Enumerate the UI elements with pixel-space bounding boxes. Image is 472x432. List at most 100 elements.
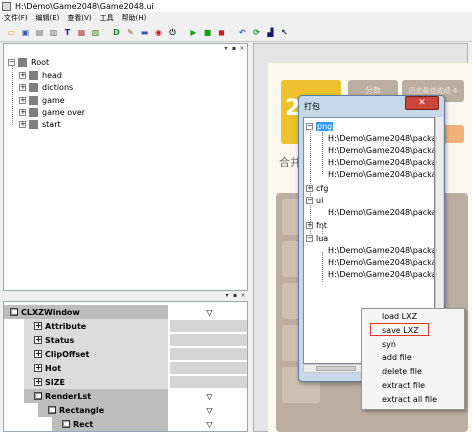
settings-icon[interactable]: ▟	[265, 27, 276, 39]
expand-icon[interactable]: +	[34, 350, 42, 358]
pack-folder-lua[interactable]: − lua	[306, 232, 328, 244]
pack-file[interactable]: H:\Demo\Game2048\package	[328, 244, 434, 256]
property-value[interactable]	[170, 320, 247, 332]
save-icon[interactable]: ▣	[20, 27, 31, 39]
expand-icon[interactable]: +	[19, 71, 26, 79]
panel-close-icon[interactable]: ×	[239, 46, 245, 52]
print-icon[interactable]: ▬	[139, 27, 150, 39]
tree-item-game[interactable]: + game	[19, 94, 65, 106]
package-icon[interactable]: D	[111, 27, 122, 39]
tree-item-dictions[interactable]: + dictions	[19, 81, 73, 93]
property-row-rect[interactable]: □ Rect ▽	[4, 417, 247, 431]
pack-file[interactable]: H:\Demo\Game2048\package	[328, 256, 434, 268]
undo-icon[interactable]: ↶	[237, 27, 248, 39]
property-row-clxzwindow[interactable]: □ CLXZWindow ▽	[4, 305, 247, 319]
pack-file[interactable]: H:\Demo\Game2048\package	[328, 268, 434, 280]
collapse-icon[interactable]: □	[34, 392, 43, 400]
expand-icon[interactable]: +	[19, 108, 26, 116]
property-row-size[interactable]: + SIZE	[4, 375, 247, 389]
menu-help[interactable]: 帮助(H)	[122, 13, 147, 23]
dialog-close-button[interactable]: ✕	[405, 96, 439, 110]
panel-menu-icon[interactable]: ▾	[224, 293, 230, 299]
pack-file[interactable]: H:\Demo\Game2048\package	[328, 206, 434, 218]
property-panel-controls: ▾ ▪ ×	[224, 293, 246, 299]
image-icon[interactable]: ▦	[76, 27, 87, 39]
pack-file[interactable]: H:\Demo\Game2048\package	[328, 144, 434, 156]
collapse-icon[interactable]: □	[10, 308, 19, 316]
layout-icon[interactable]: ▧	[90, 27, 101, 39]
toolbar-separator	[104, 27, 108, 39]
expand-icon[interactable]: +	[19, 83, 26, 91]
open-folder-icon[interactable]: ▭	[6, 27, 17, 39]
collapse-icon[interactable]: □	[48, 406, 57, 414]
property-row-hot[interactable]: + Hot	[4, 361, 247, 375]
property-row-rectangle[interactable]: □ Rectangle ▽	[4, 403, 247, 417]
scrollbar-thumb[interactable]	[316, 366, 356, 371]
menu-item-syn[interactable]: syn	[382, 340, 396, 349]
pack-folder-ui[interactable]: − ui	[306, 194, 323, 206]
tree-item-game-over[interactable]: + game over	[19, 106, 85, 118]
tree-guide	[12, 65, 13, 125]
property-value[interactable]	[170, 376, 247, 388]
panel-close-icon[interactable]: ×	[240, 293, 246, 299]
menu-item-save-lxz[interactable]: save LXZ	[382, 326, 419, 335]
collapse-icon[interactable]: −	[306, 234, 313, 242]
menu-view[interactable]: 查看(V)	[67, 13, 91, 23]
stop-icon[interactable]: ■	[202, 27, 213, 39]
collapse-icon[interactable]: −	[306, 122, 313, 130]
cursor-icon[interactable]: ↖	[279, 27, 290, 39]
expand-icon[interactable]: +	[34, 322, 42, 330]
expand-icon[interactable]: +	[19, 96, 26, 104]
tree-item-head[interactable]: + head	[19, 69, 62, 81]
property-row-clipoffset[interactable]: + ClipOffset	[4, 347, 247, 361]
pack-file[interactable]: H:\Demo\Game2048\package	[328, 168, 434, 180]
tree-item-start[interactable]: + start	[19, 118, 61, 130]
property-value[interactable]: ▽	[170, 418, 247, 430]
menu-file[interactable]: 文件(F)	[4, 13, 28, 23]
property-value[interactable]	[170, 362, 247, 374]
document-icon[interactable]: ▤	[34, 27, 45, 39]
expand-icon[interactable]: +	[34, 378, 42, 386]
property-value[interactable]: ▽	[170, 390, 247, 402]
power-icon[interactable]: ⏻	[167, 27, 178, 39]
menu-item-delete-file[interactable]: delete file	[382, 367, 422, 376]
pack-folder-png[interactable]: − png	[306, 120, 334, 132]
tree-root[interactable]: − Root	[8, 56, 49, 68]
property-row-status[interactable]: + Status	[4, 333, 247, 347]
menu-item-add-file[interactable]: add file	[382, 353, 412, 362]
collapse-icon[interactable]: −	[306, 196, 313, 204]
expand-icon[interactable]: +	[34, 364, 42, 372]
panel-float-icon[interactable]: ▪	[232, 293, 238, 299]
pack-file[interactable]: H:\Demo\Game2048\package	[328, 156, 434, 168]
property-value[interactable]	[170, 348, 247, 360]
eye-icon[interactable]: ◉	[153, 27, 164, 39]
panel-menu-icon[interactable]: ▾	[223, 46, 229, 52]
expand-icon[interactable]: +	[306, 184, 313, 192]
menu-item-extract-all-file[interactable]: extract all file	[382, 395, 437, 404]
pack-folder-cfg[interactable]: + cfg	[306, 182, 328, 194]
panel-float-icon[interactable]: ▪	[231, 46, 237, 52]
property-value[interactable]: ▽	[170, 404, 247, 416]
menu-item-load-lxz[interactable]: load LXZ	[382, 312, 417, 321]
property-row-attribute[interactable]: + Attribute	[4, 319, 247, 333]
expand-icon[interactable]: +	[306, 221, 313, 229]
expand-icon[interactable]: +	[34, 336, 42, 344]
menu-item-extract-file[interactable]: extract file	[382, 381, 425, 390]
collapse-icon[interactable]: □	[62, 420, 71, 428]
record-icon[interactable]: ◼	[216, 27, 227, 39]
property-row-renderlst[interactable]: □ RenderLst ▽	[4, 389, 247, 403]
text-icon[interactable]: T	[62, 27, 73, 39]
dialog-title: 打包	[304, 102, 320, 111]
new-page-icon[interactable]: ▥	[48, 27, 59, 39]
refresh-icon[interactable]: ⟳	[251, 27, 262, 39]
menu-edit[interactable]: 编辑(E)	[36, 13, 60, 23]
pack-folder-fnt[interactable]: + fnt	[306, 219, 327, 231]
expand-icon[interactable]: +	[19, 120, 26, 128]
play-icon[interactable]: ▶	[188, 27, 199, 39]
pack-file[interactable]: H:\Demo\Game2048\package	[328, 132, 434, 144]
menu-tools[interactable]: 工具	[100, 13, 114, 23]
property-value[interactable]	[170, 334, 247, 346]
property-value[interactable]: ▽	[170, 306, 247, 318]
panel-splitter[interactable]: ▾ ▪ ×	[3, 291, 248, 301]
pen-icon[interactable]: ✎	[125, 27, 136, 39]
